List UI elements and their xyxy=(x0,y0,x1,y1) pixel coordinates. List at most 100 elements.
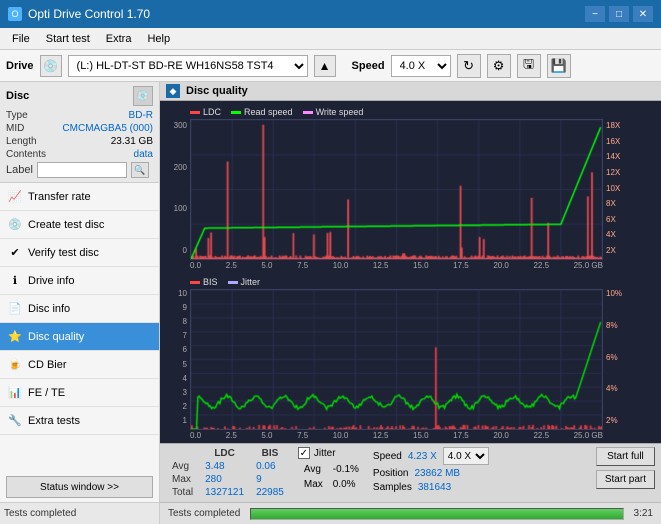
write-speed-legend-color xyxy=(303,111,313,114)
top-chart-y-0: 0 xyxy=(183,246,187,255)
ldc-legend-color xyxy=(190,111,200,114)
window-controls: − □ ✕ xyxy=(585,6,653,22)
eject-button[interactable]: ▲ xyxy=(314,55,336,77)
sidebar-item-disc-quality[interactable]: ⭐ Disc quality xyxy=(0,323,159,351)
bot-chart-y-9: 9 xyxy=(183,303,187,312)
sidebar-item-label-extra-tests: Extra tests xyxy=(28,415,80,427)
drive-icon[interactable]: 💿 xyxy=(40,55,62,77)
bot-chart-x-labels: 0.0 2.5 5.0 7.5 10.0 12.5 15.0 17.5 20.0… xyxy=(190,430,603,441)
sidebar-item-fe-te[interactable]: 📊 FE / TE xyxy=(0,379,159,407)
disc-mid-row: MID CMCMAGBA5 (000) xyxy=(6,123,153,134)
disc-contents-label: Contents xyxy=(6,149,46,160)
legend-write-speed: Write speed xyxy=(303,107,364,117)
stats-jitter-max-label: Max xyxy=(300,478,327,491)
stats-bar: LDC BIS Avg 3.48 0.06 Max 280 9 Total xyxy=(160,443,661,502)
chart-header: ◆ Disc quality xyxy=(160,82,661,101)
bot-x-2-5: 2.5 xyxy=(226,431,237,440)
app-icon: O xyxy=(8,7,22,21)
sidebar-item-label-transfer-rate: Transfer rate xyxy=(28,191,91,203)
top-chart-y-200: 200 xyxy=(174,163,187,172)
x-label-15: 15.0 xyxy=(413,261,429,270)
top-chart-yr-8: 8X xyxy=(606,199,616,208)
status-text: Tests completed xyxy=(4,508,76,519)
bot-chart-y-2: 2 xyxy=(183,402,187,411)
sidebar-item-disc-info[interactable]: 📄 Disc info xyxy=(0,295,159,323)
maximize-button[interactable]: □ xyxy=(609,6,629,22)
bottom-progress-fill xyxy=(251,509,622,519)
disc-label-input[interactable] xyxy=(37,162,127,178)
start-full-button[interactable]: Start full xyxy=(596,447,655,466)
disc-label-button[interactable]: 🔍 xyxy=(131,162,149,178)
stats-col-ldc: LDC xyxy=(199,447,250,460)
bottom-status-time: 3:21 xyxy=(634,508,653,519)
speed-value: 4.23 X xyxy=(408,451,437,462)
samples-value: 381643 xyxy=(418,482,451,493)
sidebar-item-cd-bier[interactable]: 🍺 CD Bier xyxy=(0,351,159,379)
sidebar-item-verify-test-disc[interactable]: ✔ Verify test disc xyxy=(0,239,159,267)
write-speed-legend-label: Write speed xyxy=(316,107,364,117)
sidebar-item-label-create-test-disc: Create test disc xyxy=(28,219,104,231)
drive-label: Drive xyxy=(6,60,34,72)
sidebar-item-create-test-disc[interactable]: 💿 Create test disc xyxy=(0,211,159,239)
start-part-button[interactable]: Start part xyxy=(596,470,655,489)
save-button[interactable]: 💾 xyxy=(547,54,571,78)
drive-select[interactable]: (L:) HL-DT-ST BD-RE WH16NS58 TST4 xyxy=(68,55,308,77)
legend-jitter: Jitter xyxy=(228,277,261,287)
bot-chart-y-1: 1 xyxy=(183,416,187,425)
stats-row-max-label: Max xyxy=(166,473,199,486)
sidebar-item-label-verify-test-disc: Verify test disc xyxy=(28,247,99,259)
stats-max-ldc: 280 xyxy=(199,473,250,486)
menu-help[interactable]: Help xyxy=(139,31,178,47)
bot-chart-yr-10: 10% xyxy=(606,289,622,298)
speed-dropdown[interactable]: 4.0 X xyxy=(443,447,489,465)
disc-mid-label: MID xyxy=(6,123,24,134)
refresh-button[interactable]: ↻ xyxy=(457,54,481,78)
status-window-button[interactable]: Status window >> xyxy=(6,476,153,498)
jitter-legend-label: Jitter xyxy=(241,277,261,287)
title-bar: O Opti Drive Control 1.70 − □ ✕ xyxy=(0,0,661,28)
bot-chart-y-8: 8 xyxy=(183,317,187,326)
bot-chart-yr-4: 4% xyxy=(606,384,618,393)
bot-x-20: 20.0 xyxy=(493,431,509,440)
disc-length-label: Length xyxy=(6,136,37,147)
read-speed-legend-color xyxy=(231,111,241,114)
menu-extra[interactable]: Extra xyxy=(98,31,140,47)
jitter-checkbox[interactable]: ✓ xyxy=(298,447,310,459)
bot-x-12-5: 12.5 xyxy=(373,431,389,440)
disc-panel-title: Disc xyxy=(6,90,29,102)
top-chart-yr-18: 18X xyxy=(606,121,620,130)
sidebar-item-extra-tests[interactable]: 🔧 Extra tests xyxy=(0,407,159,435)
bot-chart-yr-6: 6% xyxy=(606,353,618,362)
sidebar-item-label-cd-bier: CD Bier xyxy=(28,359,67,371)
info-button[interactable]: 🖫 xyxy=(517,54,541,78)
top-chart-canvas xyxy=(191,120,602,259)
top-chart-yr-10: 10X xyxy=(606,184,620,193)
sidebar-menu: 📈 Transfer rate 💿 Create test disc ✔ Ver… xyxy=(0,183,159,435)
disc-panel-icon[interactable]: 💿 xyxy=(133,86,153,106)
bottom-status-text: Tests completed xyxy=(168,508,240,519)
bot-x-25: 25.0 GB xyxy=(574,431,603,440)
stats-jitter-avg-label: Avg xyxy=(300,463,327,476)
disc-contents-value: data xyxy=(134,149,153,160)
jitter-section: ✓ Jitter Avg -0.1% Max 0.0% xyxy=(298,447,365,493)
x-label-2-5: 2.5 xyxy=(226,261,237,270)
minimize-button[interactable]: − xyxy=(585,6,605,22)
bis-legend-color xyxy=(190,281,200,284)
speed-select[interactable]: 4.0 X 1.0 X 2.0 X 8.0 X xyxy=(391,55,451,77)
sidebar-item-label-fe-te: FE / TE xyxy=(28,387,65,399)
stats-jitter-avg: -0.1% xyxy=(329,463,363,476)
menu-start-test[interactable]: Start test xyxy=(38,31,98,47)
menu-file[interactable]: File xyxy=(4,31,38,47)
x-label-5: 5.0 xyxy=(261,261,272,270)
sidebar-item-drive-info[interactable]: ℹ Drive info xyxy=(0,267,159,295)
bot-chart-y-5: 5 xyxy=(183,360,187,369)
bot-chart-legend: BIS Jitter xyxy=(190,275,603,289)
bis-legend-label: BIS xyxy=(203,277,218,287)
sidebar-item-transfer-rate[interactable]: 📈 Transfer rate xyxy=(0,183,159,211)
top-chart-y-100: 100 xyxy=(174,204,187,213)
bot-chart-y-6: 6 xyxy=(183,345,187,354)
settings-button[interactable]: ⚙ xyxy=(487,54,511,78)
disc-type-row: Type BD-R xyxy=(6,110,153,121)
top-chart-yr-16: 16X xyxy=(606,137,620,146)
close-button[interactable]: ✕ xyxy=(633,6,653,22)
